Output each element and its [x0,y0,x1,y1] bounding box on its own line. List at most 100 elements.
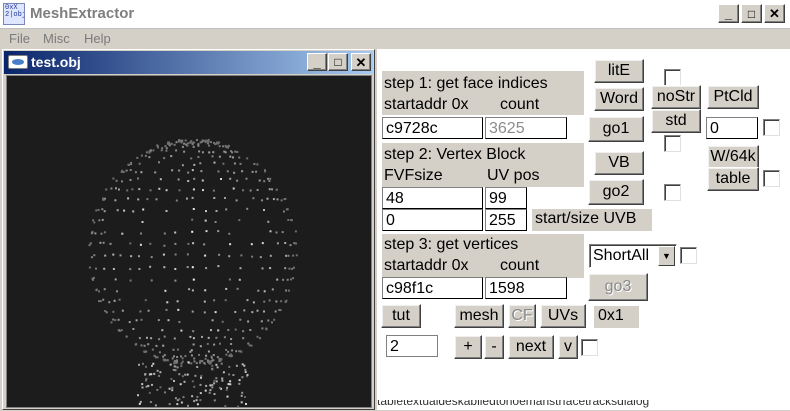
nostr-button[interactable]: noStr [651,85,701,109]
mesh-point [105,188,108,191]
step1-count-field[interactable]: 3625 [485,117,567,139]
mesh-point [127,163,130,166]
mesh-point [251,311,254,314]
go3-button[interactable]: go3 [588,273,648,301]
mesh-point [163,335,166,338]
mesh-point [125,169,128,172]
mesh-point [180,401,183,404]
step-number-field[interactable]: 2 [386,335,438,357]
fvfsize-field[interactable]: 48 [382,187,483,209]
std-checkbox[interactable] [664,135,681,152]
v-button[interactable]: v [558,335,578,359]
mesh-point [140,318,143,321]
mesh-point [232,156,234,159]
go2-checkbox[interactable] [664,184,681,201]
table-checkbox[interactable] [763,170,780,187]
mesh-point [132,328,135,330]
mesh-button[interactable]: mesh [454,304,504,328]
mesh-point [213,382,216,385]
mesh-point [103,267,106,270]
mesh-point [173,380,175,382]
ptcld-checkbox[interactable] [763,119,780,136]
vb-button[interactable]: VB [594,151,644,175]
word-button[interactable]: Word [594,87,644,111]
mesh-point [209,361,212,364]
mesh-point [190,140,193,143]
mesh-point [137,177,139,180]
mesh-point [268,188,271,191]
menu-misc[interactable]: Misc [43,31,70,46]
mesh-point [263,180,266,183]
mesh-point [199,392,202,395]
mesh-point [286,278,289,281]
mesh-point [175,199,178,202]
mesh-point [216,141,219,144]
mesh-point [142,208,145,211]
v-checkbox[interactable] [581,339,598,356]
minus-button[interactable]: - [484,335,504,359]
ptcld-button[interactable]: PtCld [707,85,759,109]
cf-button[interactable]: CF [508,304,536,328]
menu-file[interactable]: File [9,31,30,46]
viewer-maximize-button[interactable]: □ [328,53,348,71]
step3-startaddr-field[interactable]: c98f1c [382,277,483,299]
mesh-point [235,350,238,353]
mesh-point [167,319,170,322]
mesh-point [186,253,189,256]
mesh-point [295,254,298,257]
mesh-point [205,267,208,270]
go2-button[interactable]: go2 [588,179,644,205]
format-checkbox[interactable] [680,247,697,264]
viewer-minimize-button[interactable]: _ [307,53,327,71]
next-button[interactable]: next [508,335,554,359]
mesh-point [233,162,236,165]
step1-startaddr-field[interactable]: c9728c [382,117,483,139]
plus-button[interactable]: + [454,335,482,359]
mesh-viewport[interactable] [6,75,372,408]
mesh-point [129,242,132,245]
mesh-point [164,391,166,394]
mesh-point [147,309,150,312]
mesh-point [191,266,194,269]
mesh-point [145,365,147,368]
lite-button[interactable]: litE [594,59,644,83]
mesh-point [189,335,192,338]
mesh-point [228,278,231,281]
mesh-point [192,337,195,340]
mesh-point [143,344,146,347]
uvs-button[interactable]: UVs [540,304,586,328]
go1-button[interactable]: go1 [588,116,644,142]
mesh-point [191,169,194,172]
status-text: tabletextualdeskablledtonoemanstrfacetra… [377,400,650,408]
std-button[interactable]: std [651,109,701,133]
format-dropdown[interactable]: ShortAll ▼ [589,244,677,268]
minimize-button[interactable]: _ [718,4,739,23]
uvb-size-field[interactable]: 255 [485,209,527,231]
viewer-close-button[interactable]: ✕ [351,53,371,71]
table-button[interactable]: table [707,167,759,191]
mesh-point [119,254,122,257]
menu-help[interactable]: Help [84,31,111,46]
mesh-point [190,362,193,365]
mesh-point [284,267,287,270]
mesh-point [127,197,130,200]
mesh-point [227,146,229,149]
uvb-start-field[interactable]: 0 [382,209,483,231]
maximize-button[interactable]: □ [741,4,762,23]
mesh-point [132,210,135,213]
mesh-point [292,266,295,269]
mesh-point [131,188,134,191]
w64k-button[interactable]: W/64k [707,145,759,169]
step3-title: step 3: get vertices [384,236,519,253]
step3-count-field[interactable]: 1598 [485,277,567,299]
uvpos-field[interactable]: 99 [485,187,527,209]
mesh-point [204,289,207,292]
chevron-down-icon[interactable]: ▼ [658,246,675,266]
control-panel: step 1: get face indices startaddr 0x co… [377,49,790,410]
mesh-point [88,266,91,269]
close-button[interactable]: ✕ [764,4,785,23]
mesh-point [181,145,184,148]
tut-button[interactable]: tut [381,304,421,328]
lite-checkbox[interactable] [664,69,681,86]
ptcld-field[interactable]: 0 [706,117,758,139]
